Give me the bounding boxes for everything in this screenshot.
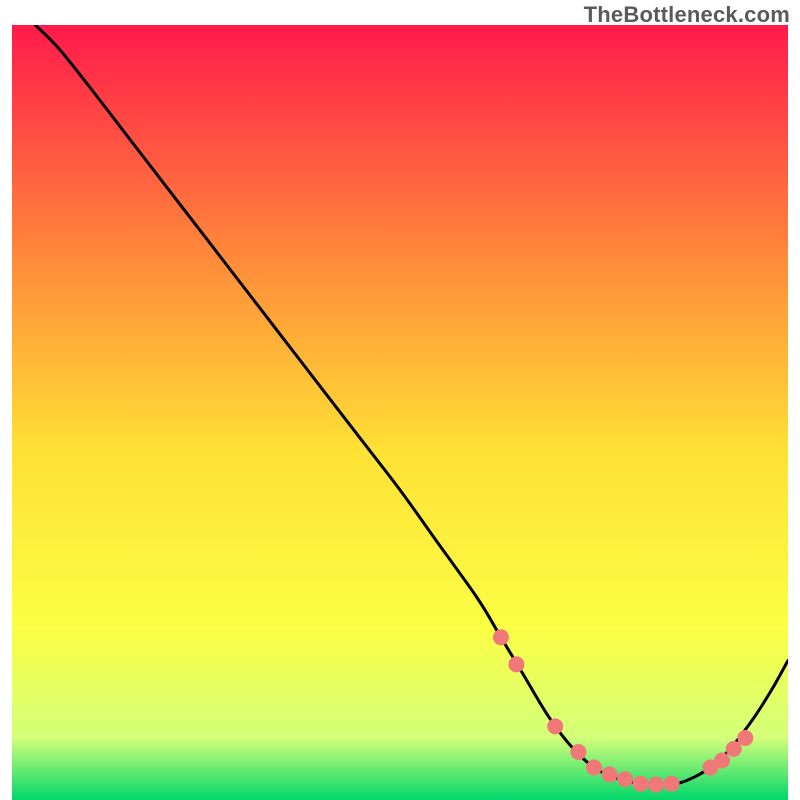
chart-stage: TheBottleneck.com (0, 0, 800, 800)
watermark-text: TheBottleneck.com (584, 2, 790, 28)
curve-dot (586, 760, 602, 776)
curve-dot (602, 766, 618, 782)
curve-dot (508, 656, 524, 672)
gradient-background (12, 25, 788, 800)
curve-dot (547, 718, 563, 734)
chart-svg (12, 25, 788, 800)
plot-area (12, 25, 788, 800)
curve-dot (664, 776, 680, 792)
curve-dot (493, 629, 509, 645)
curve-dot (726, 741, 742, 757)
curve-dot (714, 753, 730, 769)
curve-dot (571, 744, 587, 760)
curve-dot (737, 730, 753, 746)
curve-dot (633, 776, 649, 792)
curve-dot (648, 777, 664, 793)
curve-dot (617, 771, 633, 787)
